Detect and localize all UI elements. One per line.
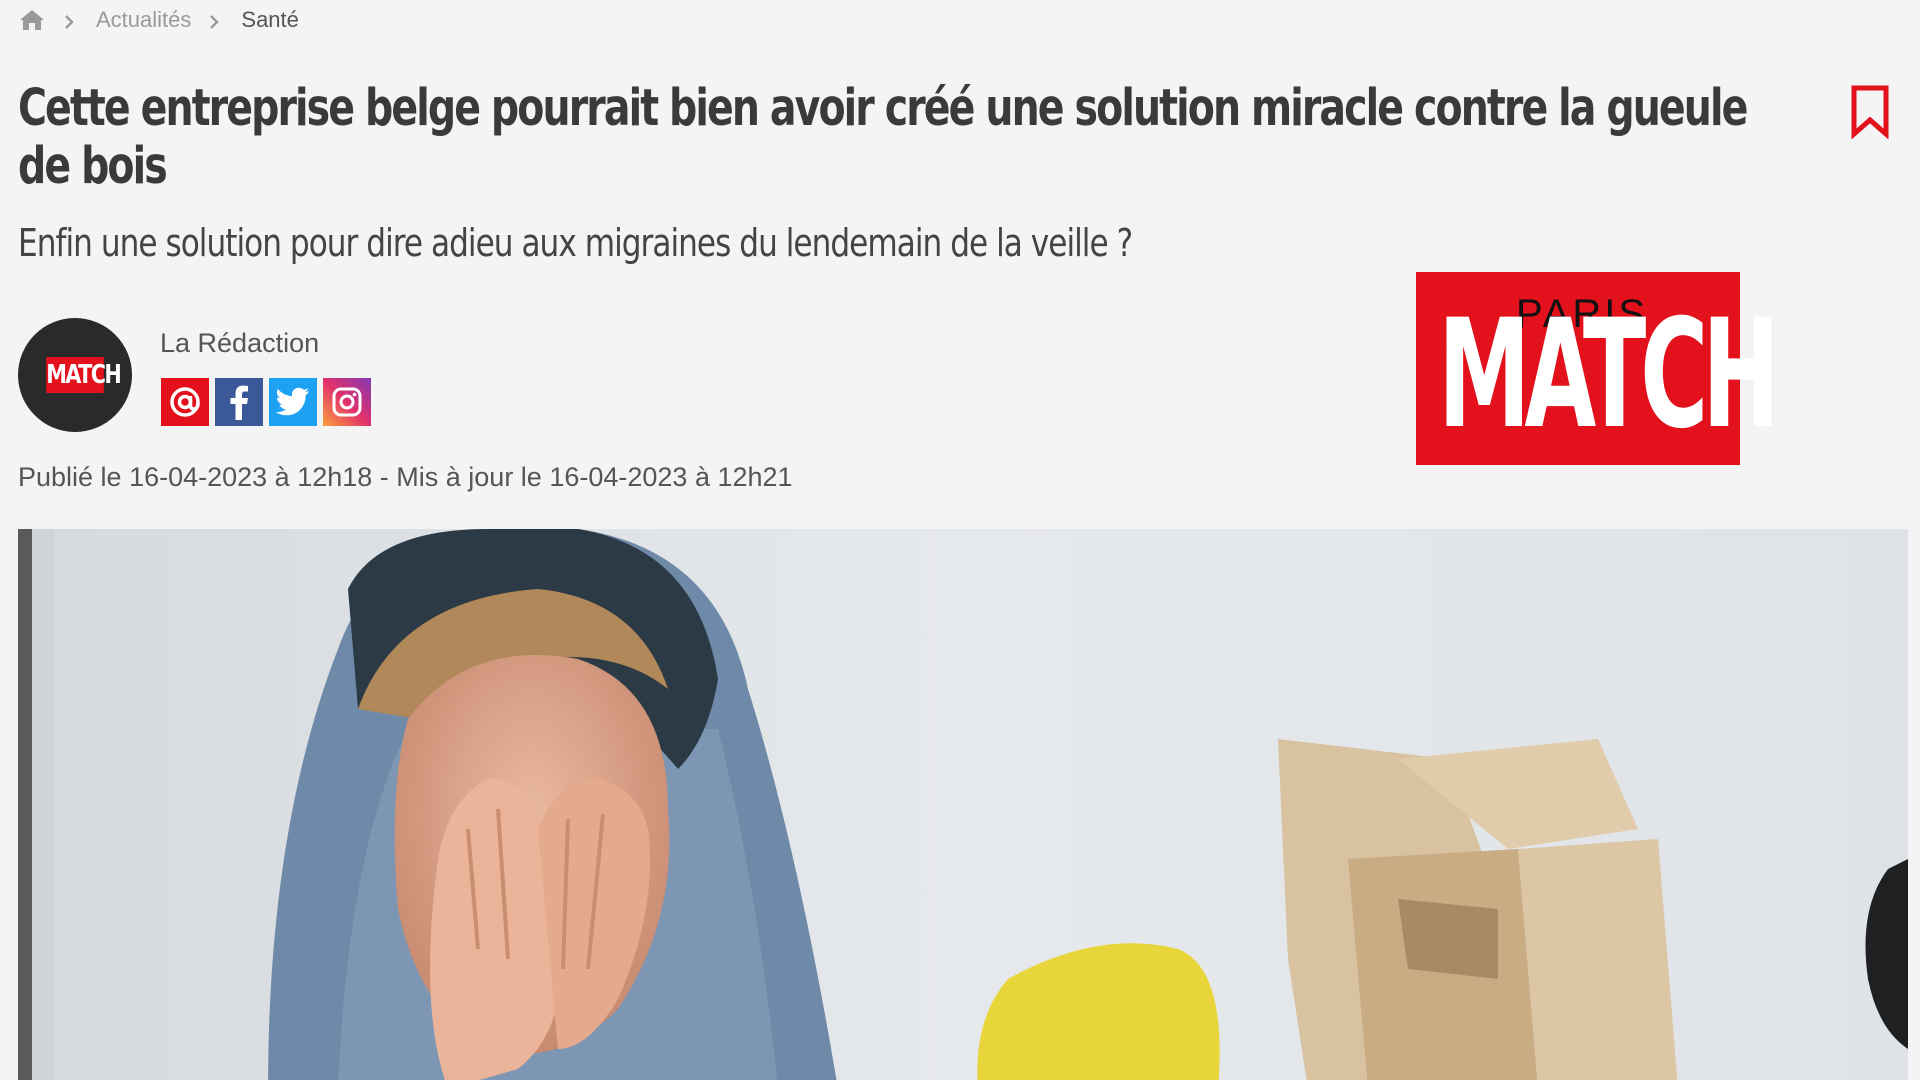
facebook-icon[interactable] <box>215 378 263 426</box>
twitter-icon[interactable] <box>269 378 317 426</box>
article-title: Cette entreprise belge pourrait bien avo… <box>18 79 1748 196</box>
article-subtitle: Enfin une solution pour dire adieu aux m… <box>18 221 1133 265</box>
publish-dates: Publié le 16-04-2023 à 12h18 - Mis à jou… <box>18 462 793 492</box>
chevron-right-icon <box>60 11 78 29</box>
article-hero-image <box>18 529 1908 1080</box>
breadcrumb-current-sante[interactable]: Santé <box>241 7 299 33</box>
home-icon[interactable] <box>18 8 46 32</box>
instagram-icon[interactable] <box>323 378 371 426</box>
breadcrumb: Actualités Santé <box>18 4 299 36</box>
logo-match-text: MATCH <box>1438 288 1780 462</box>
paris-match-logo[interactable]: PARIS MATCH <box>1416 272 1780 465</box>
chevron-right-icon <box>205 11 223 29</box>
avatar-logo: MATCH <box>46 357 122 393</box>
author-name[interactable]: La Rédaction <box>160 328 319 359</box>
social-share-bar <box>161 378 371 426</box>
article-page: Actualités Santé Cette entreprise belge … <box>0 0 1920 1080</box>
bookmark-icon[interactable] <box>1846 84 1894 140</box>
hero-illustration <box>18 529 1908 1080</box>
breadcrumb-link-actualites[interactable]: Actualités <box>96 7 191 33</box>
email-icon[interactable] <box>161 378 209 426</box>
author-avatar[interactable]: MATCH <box>18 318 132 432</box>
